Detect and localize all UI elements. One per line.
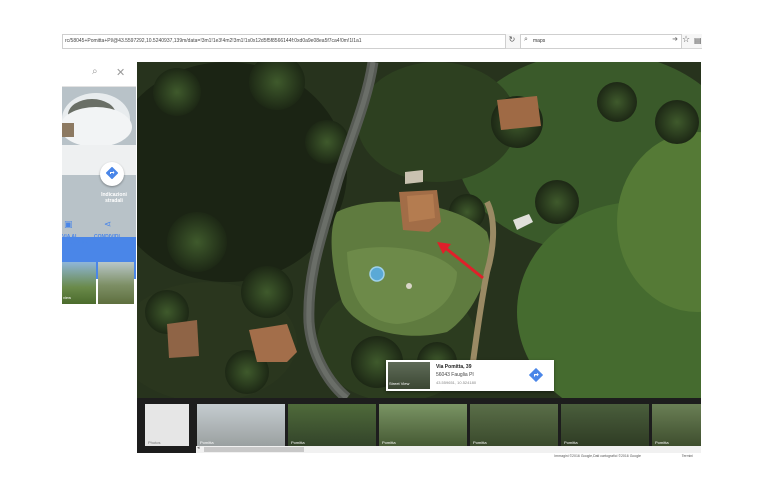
directions-icon: [106, 167, 118, 179]
terms-link[interactable]: Termini: [682, 453, 693, 459]
filmstrip-scrollbar[interactable]: ◂: [196, 445, 701, 453]
reload-icon[interactable]: ↻: [507, 35, 517, 45]
action-phone-label[interactable]: VIA AL TELEFONO: [62, 234, 89, 246]
photos-tile[interactable]: Photos: [145, 404, 189, 446]
photo-tile[interactable]: Pomitta: [197, 404, 285, 446]
tile-label: Pomitta: [473, 440, 487, 445]
place-info-card[interactable]: Street View Via Pomitta, 39 56043 Faugli…: [386, 360, 554, 391]
photo-thumbnail[interactable]: [98, 262, 134, 304]
scrollbar-thumb[interactable]: [204, 447, 304, 452]
action-share-label[interactable]: CONDIVIDI: [94, 234, 120, 240]
star-icon[interactable]: ☆: [682, 34, 692, 47]
photo-tile[interactable]: Pomitta: [470, 404, 558, 446]
phone-icon[interactable]: ▣: [64, 220, 73, 230]
street-view-label: Street View: [389, 381, 410, 386]
panel-actions: ▣ VIA AL TELEFONO ⋖ CONDIVIDI: [62, 220, 136, 250]
thumbnail-label: view: [63, 295, 72, 300]
attribution-text: Immagini ©2016 Google,Dati cartografici …: [554, 454, 641, 458]
place-photo[interactable]: [62, 87, 136, 237]
pool: [369, 266, 385, 282]
browser-toolbar: rc/58045+Pomitta+Pl/@43.5597292,10.52409…: [62, 34, 702, 49]
directions-label: Indicazioni stradali: [101, 192, 127, 204]
tile-label: Photos: [148, 440, 161, 445]
panel-photo-thumbnails: view: [62, 262, 136, 304]
go-arrow-icon[interactable]: ➜: [672, 35, 678, 43]
tile-label: Pomitta: [564, 440, 578, 445]
directions-icon[interactable]: [529, 368, 543, 382]
panel-search-bar[interactable]: ⌕ ✕: [62, 62, 136, 87]
close-icon[interactable]: ✕: [116, 66, 125, 79]
snowy-tree-photo: [62, 87, 136, 237]
map-footer: Immagini ©2016 Google,Dati cartografici …: [137, 453, 701, 459]
photo-tile[interactable]: Pomitta: [379, 404, 467, 446]
browser-search-box[interactable]: ⌕ maps ➜: [520, 34, 682, 49]
address-bar[interactable]: rc/58045+Pomitta+Pl/@43.5597292,10.52409…: [62, 34, 506, 49]
tile-label: Pomitta: [382, 440, 396, 445]
bookmarks-icon[interactable]: ▤: [694, 34, 702, 47]
satellite-map[interactable]: [137, 62, 701, 398]
photo-tile[interactable]: Pomitta: [561, 404, 649, 446]
search-query: maps: [533, 38, 546, 44]
place-coordinates: 43.559651, 10.524180: [436, 380, 477, 385]
place-city: 56043 Fauglia PI: [436, 372, 474, 378]
place-panel: ⌕ ✕ Indicazioni stradali ▣ VIA AL TELEFO…: [62, 62, 136, 458]
place-address: Via Pomitta, 39: [436, 364, 472, 370]
search-icon[interactable]: ⌕: [92, 66, 98, 77]
satellite-imagery: [137, 62, 701, 398]
tile-label: Pomitta: [200, 440, 214, 445]
share-icon[interactable]: ⋖: [104, 220, 112, 230]
tile-label: Pomitta: [655, 440, 669, 445]
tile-label: Pomitta: [291, 440, 305, 445]
scroll-left-icon[interactable]: ◂: [197, 445, 200, 451]
photo-tile[interactable]: Pomitta: [652, 404, 701, 446]
search-icon: ⌕: [524, 35, 528, 43]
directions-button[interactable]: [100, 162, 124, 186]
photo-tile[interactable]: Pomitta: [288, 404, 376, 446]
